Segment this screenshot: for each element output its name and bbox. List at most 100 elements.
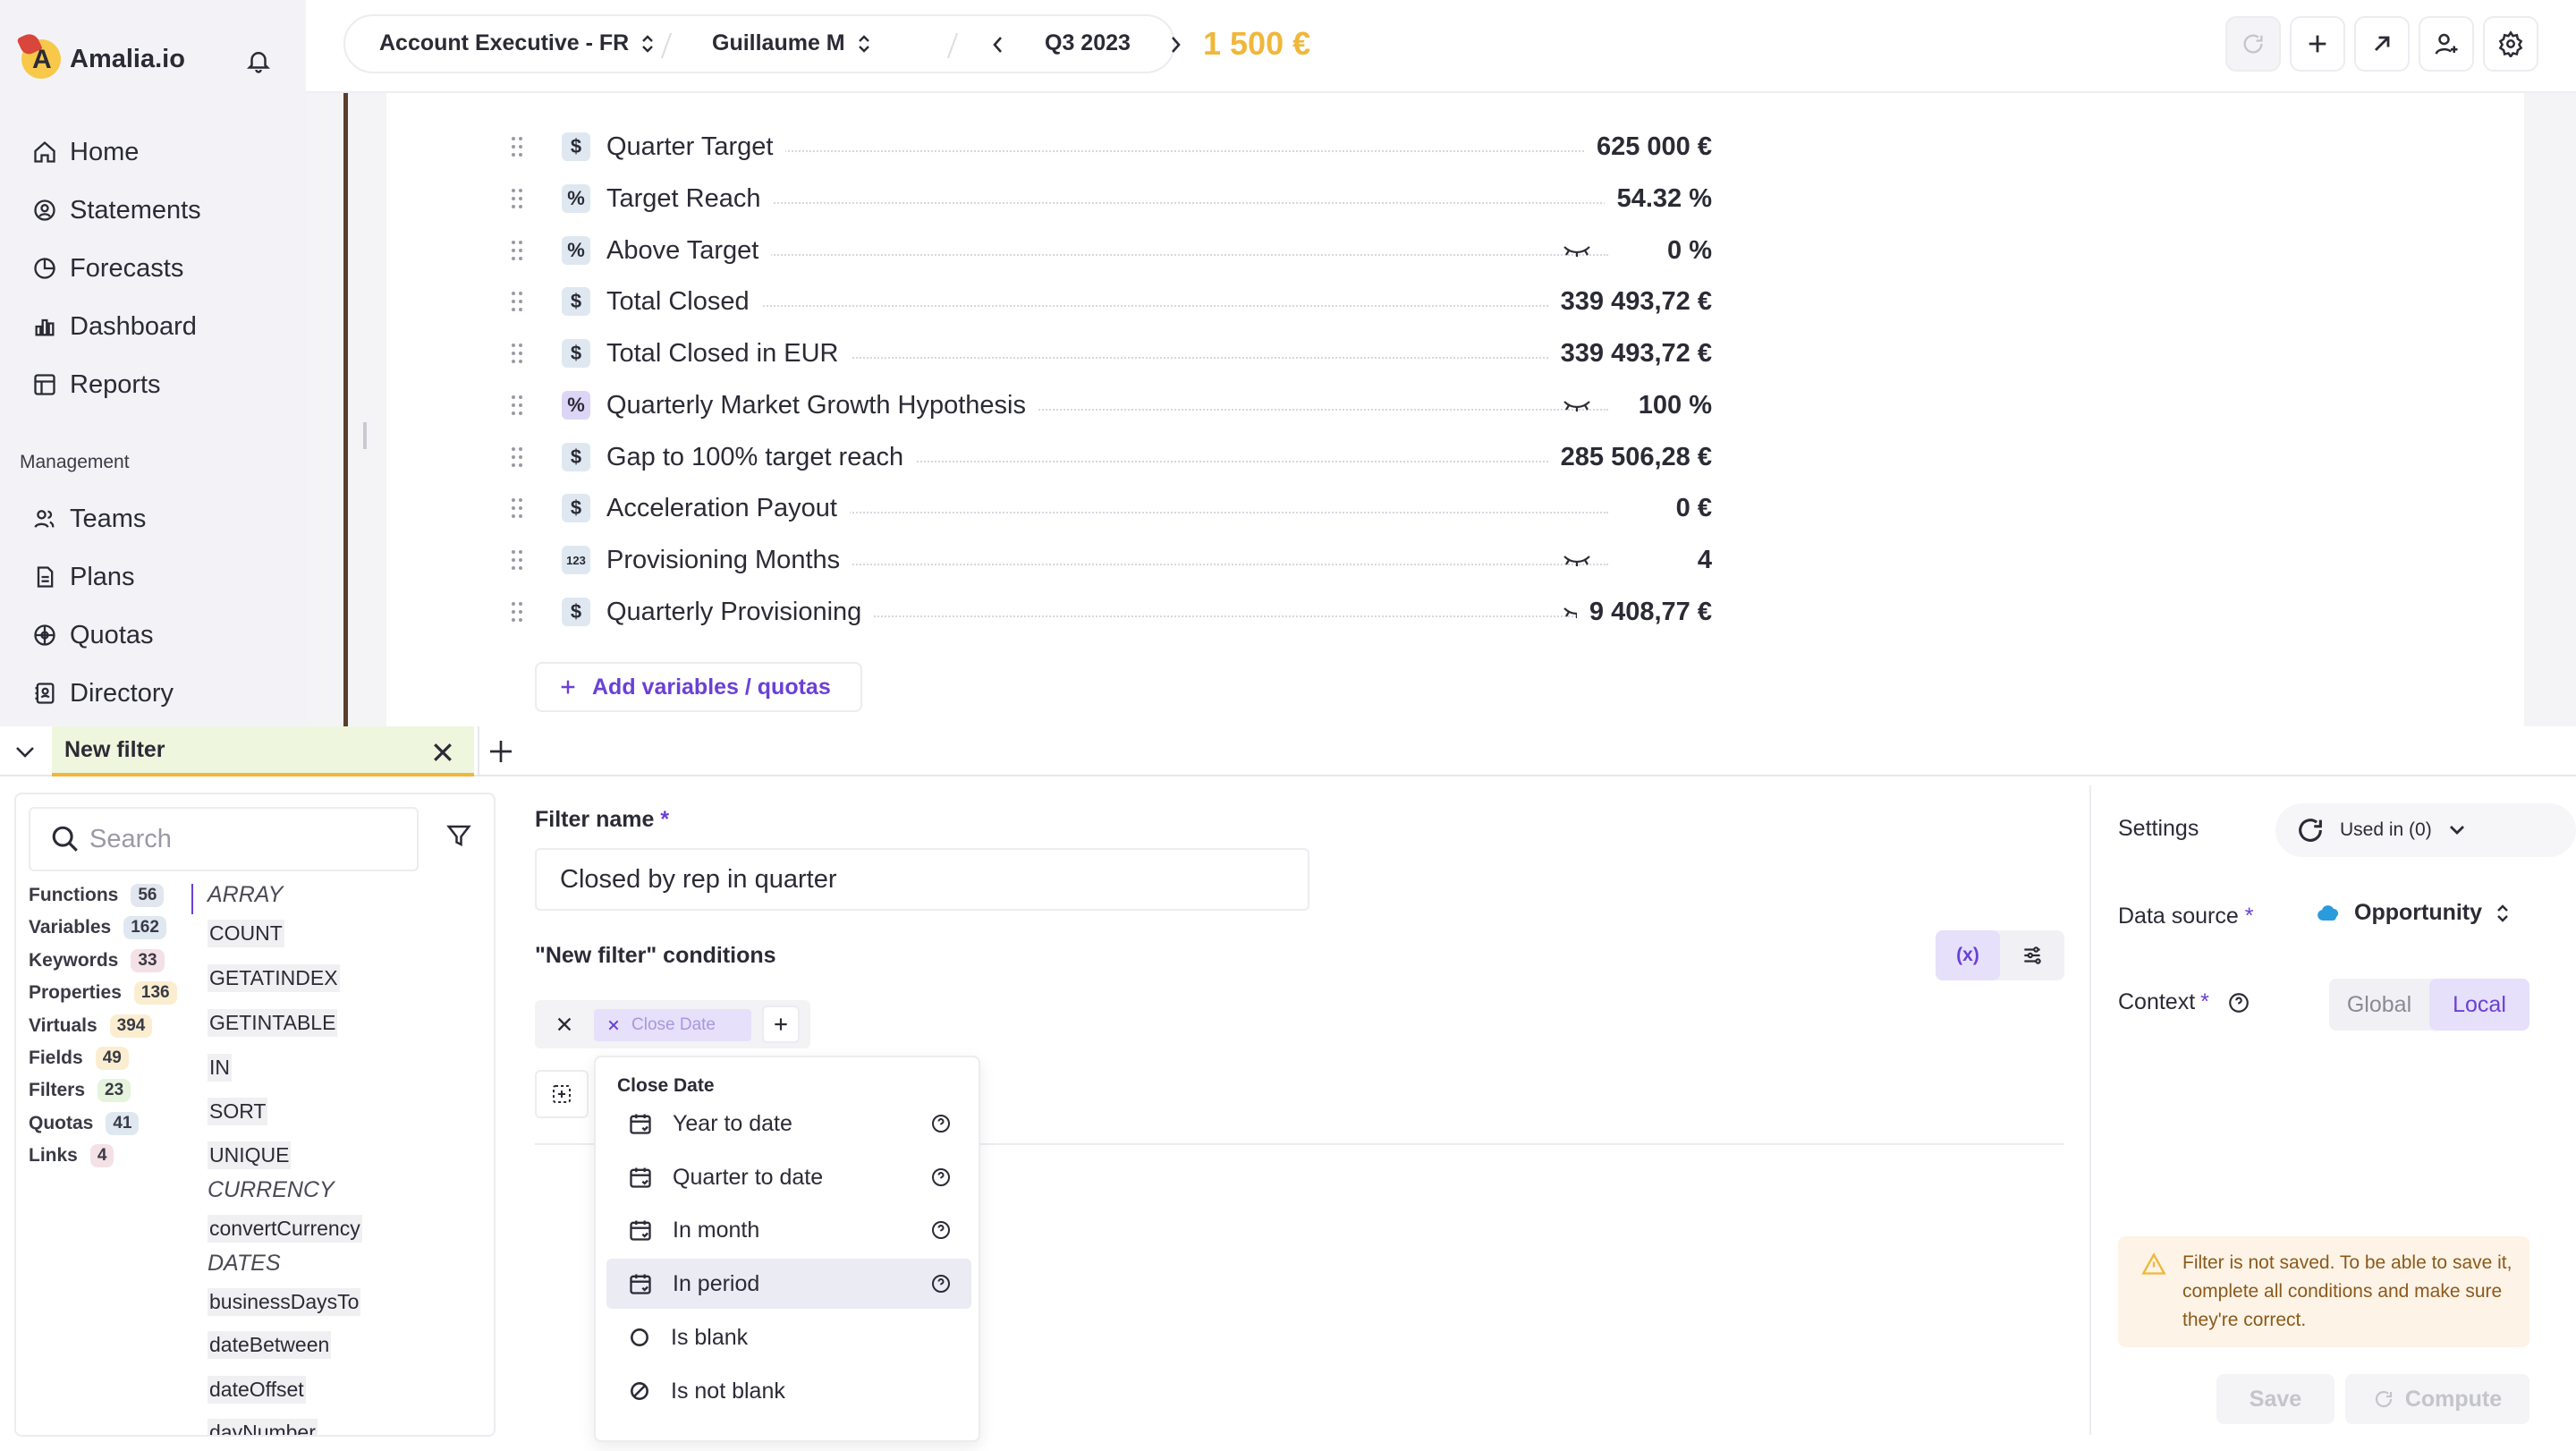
drag-handle-icon[interactable] xyxy=(510,496,524,520)
help-icon[interactable] xyxy=(930,1167,952,1188)
nav-statements[interactable]: Statements xyxy=(32,192,201,228)
function-item[interactable]: dayNumber xyxy=(208,1419,318,1435)
menu-item[interactable]: In month xyxy=(606,1205,971,1255)
nav-forecasts[interactable]: Forecasts xyxy=(32,250,183,286)
settings-divider xyxy=(2089,785,2091,1435)
tab-new-filter[interactable]: New filter xyxy=(52,726,474,776)
menu-item[interactable]: Is blank xyxy=(606,1312,971,1362)
settings-button[interactable] xyxy=(2483,16,2538,72)
statement-row[interactable]: $ Gap to 100% target reach 285 506,28 € xyxy=(510,431,1712,483)
category-item[interactable]: Functions 56 xyxy=(29,884,165,907)
filter-name-input[interactable]: Closed by rep in quarter xyxy=(535,848,1309,911)
category-item[interactable]: Quotas 41 xyxy=(29,1111,140,1135)
function-item[interactable]: UNIQUE xyxy=(208,1141,292,1169)
statement-row[interactable]: % Above Target 0 % xyxy=(510,225,1712,276)
add-group-button[interactable] xyxy=(535,1070,589,1118)
statement-row[interactable]: % Quarterly Market Growth Hypothesis 100 % xyxy=(510,379,1712,431)
drag-handle-icon[interactable] xyxy=(510,135,524,158)
menu-item[interactable]: Year to date xyxy=(606,1099,971,1149)
refresh-button[interactable] xyxy=(2225,16,2281,72)
eye-closed-icon[interactable] xyxy=(1562,397,1592,415)
add-variables-button[interactable]: Add variables / quotas xyxy=(535,662,862,712)
data-source-selector[interactable]: Opportunity xyxy=(2317,900,2511,926)
search-input[interactable]: Search xyxy=(29,807,419,871)
nav-directory[interactable]: Directory xyxy=(32,675,174,711)
nav-dashboard[interactable]: Dashboard xyxy=(32,309,197,344)
drag-handle-icon[interactable] xyxy=(510,600,524,624)
help-icon[interactable] xyxy=(2227,991,2250,1014)
drag-handle-icon[interactable] xyxy=(510,445,524,469)
formula-mode-button[interactable]: (x) xyxy=(1936,930,2000,980)
category-item[interactable]: Keywords 33 xyxy=(29,948,165,972)
statement-row[interactable]: $ Acceleration Payout 0 € xyxy=(510,482,1712,534)
drag-handle-icon[interactable] xyxy=(510,187,524,210)
context-local-button[interactable]: Local xyxy=(2429,979,2529,1031)
category-item[interactable]: Links 4 xyxy=(29,1144,114,1168)
function-item[interactable]: IN xyxy=(208,1054,232,1082)
drag-handle-icon[interactable] xyxy=(510,239,524,262)
category-item[interactable]: Filters 23 xyxy=(29,1079,131,1103)
nav-reports[interactable]: Reports xyxy=(32,367,161,403)
function-item[interactable]: convertCurrency xyxy=(208,1215,362,1243)
save-button[interactable]: Save xyxy=(2216,1374,2334,1424)
help-icon[interactable] xyxy=(930,1273,952,1294)
category-item[interactable]: Virtuals 394 xyxy=(29,1014,153,1038)
user-selector[interactable]: Guillaume M xyxy=(712,30,872,56)
menu-item[interactable]: Is not blank xyxy=(606,1366,971,1416)
drag-handle-icon[interactable] xyxy=(510,290,524,313)
function-item[interactable]: GETINTABLE xyxy=(208,1009,338,1037)
close-icon[interactable] xyxy=(429,739,456,766)
menu-item[interactable]: In period xyxy=(606,1259,971,1309)
statement-row[interactable]: 123 Provisioning Months 4 xyxy=(510,534,1712,586)
close-date-chip[interactable]: Close Date xyxy=(594,1009,751,1041)
function-item[interactable]: businessDaysTo xyxy=(208,1288,361,1316)
close-icon[interactable] xyxy=(606,1018,621,1032)
statement-row[interactable]: $ Total Closed 339 493,72 € xyxy=(510,276,1712,327)
nav-home[interactable]: Home xyxy=(32,134,139,170)
filter-button[interactable] xyxy=(445,821,472,850)
nav-quotas[interactable]: Quotas xyxy=(32,617,154,653)
category-item[interactable]: Properties 136 xyxy=(29,981,177,1006)
resize-handle[interactable] xyxy=(363,422,367,449)
open-external-button[interactable] xyxy=(2354,16,2410,72)
help-icon[interactable] xyxy=(930,1113,952,1134)
home-icon xyxy=(34,140,55,163)
function-item[interactable]: dateBetween xyxy=(208,1331,332,1359)
used-in-dropdown[interactable]: Used in (0) xyxy=(2275,803,2576,857)
function-item[interactable]: SORT xyxy=(208,1098,268,1125)
bell-icon[interactable] xyxy=(245,47,272,75)
statement-row[interactable]: $ Quarter Target 625 000 € xyxy=(510,121,1712,173)
new-tab-button[interactable] xyxy=(487,737,515,766)
function-item[interactable]: COUNT xyxy=(208,920,284,947)
builder-mode-button[interactable] xyxy=(2000,930,2064,980)
prev-period-button[interactable] xyxy=(991,34,1005,55)
help-icon[interactable] xyxy=(930,1219,952,1241)
category-item[interactable]: Fields 49 xyxy=(29,1047,129,1070)
drag-handle-icon[interactable] xyxy=(510,548,524,572)
plan-selector[interactable]: Account Executive - FR xyxy=(379,30,656,56)
drag-handle-icon[interactable] xyxy=(510,342,524,365)
brand-logo[interactable]: A Amalia.io xyxy=(16,30,185,79)
function-item[interactable]: GETATINDEX xyxy=(208,964,340,992)
eye-closed-icon[interactable] xyxy=(1562,242,1592,260)
menu-item[interactable]: Quarter to date xyxy=(606,1152,971,1202)
category-item[interactable]: Variables 162 xyxy=(29,916,166,940)
sliders-icon xyxy=(2024,946,2041,964)
next-period-button[interactable] xyxy=(1168,34,1182,55)
remove-condition-button[interactable] xyxy=(555,1014,574,1034)
statement-row[interactable]: % Target Reach 54.32 % xyxy=(510,173,1712,225)
percent-type-icon: % xyxy=(562,391,590,420)
function-item[interactable]: dateOffset xyxy=(208,1376,306,1404)
add-condition-button[interactable] xyxy=(762,1006,800,1043)
statement-row[interactable]: $ Quarterly Provisioning 9 408,77 € xyxy=(510,586,1712,638)
add-user-button[interactable] xyxy=(2419,16,2474,72)
eye-closed-icon[interactable] xyxy=(1562,552,1592,570)
add-button[interactable] xyxy=(2290,16,2345,72)
drag-handle-icon[interactable] xyxy=(510,394,524,417)
statement-row[interactable]: $ Total Closed in EUR 339 493,72 € xyxy=(510,327,1712,379)
context-global-button[interactable]: Global xyxy=(2329,979,2429,1031)
compute-button[interactable]: Compute xyxy=(2345,1374,2529,1424)
collapse-editor-button[interactable] xyxy=(13,741,38,762)
nav-plans[interactable]: Plans xyxy=(32,559,135,595)
nav-teams[interactable]: Teams xyxy=(32,501,146,537)
